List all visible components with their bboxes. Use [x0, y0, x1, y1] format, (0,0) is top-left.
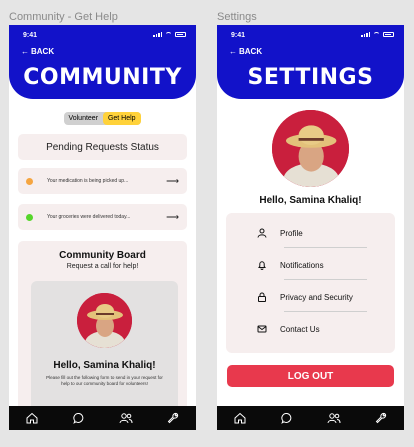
arrow-right-icon: ⟶	[166, 211, 179, 222]
settings-header: 9:41 ← BACK SETTINGS	[217, 25, 404, 99]
signal-icon	[153, 32, 162, 37]
settings-item-contact[interactable]: Contact Us	[256, 315, 367, 343]
status-time: 9:41	[231, 32, 246, 39]
bell-icon	[256, 260, 268, 270]
community-header: 9:41 ← BACK COMMUNITY	[9, 25, 196, 99]
settings-item-label: Profile	[280, 228, 303, 238]
community-screen: 9:41 ← BACK COMMUNITY Volunteer Get Help…	[9, 25, 196, 430]
greeting: Hello, Samina Khaliq!	[53, 360, 156, 371]
request-text: Your medication is being picked up...	[47, 178, 129, 184]
wifi-icon	[165, 32, 172, 37]
back-arrow-icon: ←	[21, 47, 29, 56]
board-subtitle: Request a call for help!	[66, 263, 139, 270]
greeting: Hello, Samina Khaliq!	[259, 195, 362, 206]
divider	[284, 279, 367, 280]
volunteer-help-toggle[interactable]: Volunteer Get Help	[64, 112, 141, 125]
settings-item-label: Privacy and Security	[280, 292, 353, 302]
people-icon[interactable]	[118, 410, 134, 426]
back-label: BACK	[31, 47, 55, 56]
pending-requests-header: Pending Requests Status	[18, 134, 187, 160]
home-icon[interactable]	[24, 410, 40, 426]
people-icon[interactable]	[326, 410, 342, 426]
community-content[interactable]: Volunteer Get Help Pending Requests Stat…	[9, 99, 196, 406]
page-title: SETTINGS	[247, 65, 374, 90]
form-instructions: Please fill out the following form to se…	[46, 375, 163, 387]
status-dot	[26, 213, 33, 221]
status-icons	[361, 32, 394, 37]
wrench-icon[interactable]	[373, 410, 389, 426]
community-board: Community Board Request a call for help!…	[18, 241, 187, 406]
back-arrow-icon: ←	[229, 47, 237, 56]
battery-icon	[175, 32, 186, 37]
avatar	[77, 293, 132, 348]
request-item[interactable]: Your medication is being picked up... ⟶	[18, 168, 187, 194]
toggle-get-help[interactable]: Get Help	[102, 112, 141, 125]
mail-icon	[256, 324, 268, 334]
wrench-icon[interactable]	[165, 410, 181, 426]
user-icon	[256, 228, 268, 238]
frame-label-settings: Settings	[217, 11, 257, 23]
tab-bar	[9, 406, 196, 430]
chat-icon[interactable]	[71, 410, 87, 426]
lock-icon	[256, 292, 268, 302]
divider	[284, 247, 367, 248]
settings-item-notifications[interactable]: Notifications	[256, 251, 367, 279]
signal-icon	[361, 32, 370, 37]
back-label: BACK	[239, 47, 263, 56]
request-text: Your groceries were delivered today...	[47, 214, 131, 220]
arrow-right-icon: ⟶	[166, 175, 179, 186]
settings-item-label: Notifications	[280, 260, 324, 270]
back-button[interactable]: ← BACK	[229, 47, 262, 56]
toggle-volunteer[interactable]: Volunteer	[64, 112, 103, 125]
status-time: 9:41	[23, 32, 38, 39]
settings-item-privacy[interactable]: Privacy and Security	[256, 283, 367, 311]
status-dot	[26, 177, 33, 185]
settings-screen: 9:41 ← BACK SETTINGS Hello, Samina Khali…	[217, 25, 404, 430]
home-icon[interactable]	[232, 410, 248, 426]
request-item[interactable]: Your groceries were delivered today... ⟶	[18, 204, 187, 230]
help-request-form: Hello, Samina Khaliq! Please fill out th…	[31, 281, 178, 406]
wifi-icon	[373, 32, 380, 37]
board-title: Community Board	[59, 250, 146, 261]
chat-icon[interactable]	[279, 410, 295, 426]
divider	[284, 311, 367, 312]
frame-label-community: Community - Get Help	[9, 11, 118, 23]
status-icons	[153, 32, 186, 37]
back-button[interactable]: ← BACK	[21, 47, 54, 56]
settings-menu: Profile Notifications Privacy and Securi…	[226, 213, 395, 353]
tab-bar	[217, 406, 404, 430]
battery-icon	[383, 32, 394, 37]
logout-button[interactable]: LOG OUT	[227, 365, 394, 387]
settings-item-label: Contact Us	[280, 324, 320, 334]
avatar	[272, 110, 349, 187]
settings-item-profile[interactable]: Profile	[256, 219, 367, 247]
page-title: COMMUNITY	[23, 65, 182, 90]
